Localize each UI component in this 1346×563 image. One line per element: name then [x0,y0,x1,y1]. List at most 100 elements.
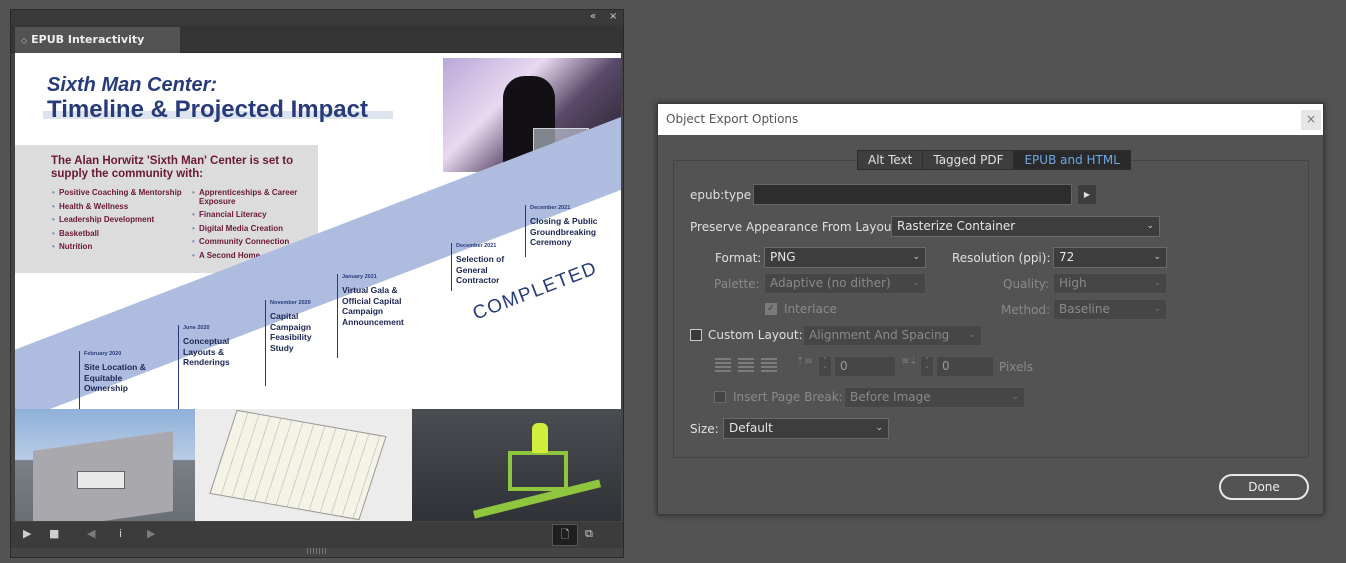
milestone-title: Virtual Gala & Official Capital Campaign… [342,285,404,327]
preserve-appearance-select[interactable]: Rasterize Container ⌄ [891,216,1160,237]
single-page-icon[interactable]: 🗋 [552,524,578,546]
list-item: Digital Media Creation [192,224,302,238]
milestone-date: December 2021 [530,205,571,211]
space-after-stepper[interactable]: ˄ ˅ [920,356,934,377]
align-right-icon[interactable] [761,358,777,372]
preserve-appearance-label: Preserve Appearance From Layout: [690,220,901,234]
list-item: Basketball [52,229,182,243]
chevron-down-icon: ⌄ [1153,252,1161,262]
milestone-date: February 2020 [84,351,122,357]
list-item: Leadership Development [52,215,182,229]
selected-value: Default [729,421,773,435]
selected-value: Adaptive (no dither) [770,276,891,290]
format-label: Format: [715,251,762,265]
resize-grip[interactable] [307,548,327,554]
quality-label: Quality: [1003,277,1050,291]
dialog-titlebar: Object Export Options × [658,104,1323,135]
worker [532,423,548,453]
done-button[interactable]: Done [1219,474,1309,500]
previous-icon[interactable]: ◀ [87,527,95,540]
lift-basket [508,451,568,491]
building-photo [15,409,195,521]
tab-tagged-pdf[interactable]: Tagged PDF [923,151,1015,169]
dialog-title: Object Export Options [666,112,799,126]
milestone-date: November 2020 [270,300,311,306]
list-item: Apprenticeships & Career Exposure [192,188,302,210]
method-select[interactable]: Baseline ⌄ [1053,299,1167,320]
selected-value: Alignment And Spacing [809,328,950,342]
list-item: Positive Coaching & Mentorship [52,188,182,202]
page-title-line2: Timeline & Projected Impact [47,96,368,123]
building-sign [77,471,125,489]
milestone-title: Closing & Public Groundbreaking Ceremony [530,216,598,247]
quality-select[interactable]: High ⌄ [1053,273,1167,294]
custom-layout-label: Custom Layout: [708,328,803,342]
milestone: June 2020 Conceptual Layouts & Rendering… [178,325,244,409]
page-break-select[interactable]: Before Image ⌄ [844,387,1025,408]
preview-canvas: Sixth Man Center: Timeline & Projected I… [15,53,621,521]
milestone: December 2021 Closing & Public Groundbre… [525,205,599,257]
resolution-select[interactable]: 72 ⌄ [1053,247,1167,268]
tab-toggle-icon[interactable]: ◇ [21,36,27,45]
palette-label: Palette: [714,277,760,291]
space-before-icon: ⇡≡ [796,356,813,367]
epub-type-label: epub:type [690,188,752,202]
chevron-down-icon: ⌄ [1011,392,1019,402]
next-icon[interactable]: ▶ [147,527,155,540]
selected-value: Before Image [850,390,931,404]
spread-view-icon[interactable]: ⧉ [585,527,593,541]
size-select[interactable]: Default ⌄ [723,418,889,439]
stop-icon[interactable]: ■ [49,527,59,540]
milestone: February 2020 Site Location & Equitable … [79,351,149,409]
tab-epub-and-html[interactable]: EPUB and HTML [1014,151,1130,169]
object-export-options-dialog: Object Export Options × Alt Text Tagged … [657,103,1324,515]
tab-epub-interactivity-preview[interactable]: ◇EPUB Interactivity Preview [15,27,180,73]
dialog-tabs: Alt Text Tagged PDF EPUB and HTML [857,150,1131,170]
selected-value: 72 [1059,250,1075,264]
close-icon[interactable]: × [1301,110,1321,130]
insert-page-break-checkbox[interactable] [714,391,726,403]
close-icon[interactable]: × [609,11,617,22]
selected-value: Rasterize Container [897,219,1016,233]
custom-layout-checkbox[interactable] [690,329,702,341]
chevron-down-icon: ⌄ [912,252,920,262]
custom-layout-select[interactable]: Alignment And Spacing ⌄ [803,325,982,346]
epub-type-input[interactable] [753,184,1072,205]
chevron-down-icon: ⌄ [1146,221,1154,231]
insert-page-break-label: Insert Page Break: [733,390,843,404]
interlace-label: Interlace [784,302,837,316]
page-title-line1: Sixth Man Center: [47,74,218,96]
interlace-checkbox[interactable]: ✓ [765,303,777,315]
milestone: January 2021 Virtual Gala & Official Cap… [337,274,411,358]
space-before-input[interactable]: 0 [834,356,896,377]
community-heading: The Alan Horwitz 'Sixth Man' Center is s… [51,155,294,180]
tab-alt-text[interactable]: Alt Text [858,151,924,169]
collapse-icon[interactable]: « [590,11,596,22]
info-icon[interactable]: i [119,527,122,540]
align-center-icon[interactable] [738,358,754,372]
resolution-label: Resolution (ppi): [952,251,1051,265]
space-before-stepper[interactable]: ˄ ˅ [818,356,832,377]
list-item: Financial Literacy [192,210,302,224]
selected-value: PNG [770,250,796,264]
floorplan [209,409,387,521]
milestone-title: Conceptual Layouts & Renderings [183,336,230,367]
space-after-input[interactable]: 0 [936,356,994,377]
floorplan-rendering [195,409,412,521]
space-after-icon: ≡⇣ [901,356,918,367]
construction-photo [412,409,621,521]
milestone-title: Selection of General Contractor [456,254,505,285]
list-item: Nutrition [52,242,182,256]
size-label: Size: [690,422,719,436]
community-list-left: Positive Coaching & Mentorship Health & … [52,188,182,256]
chevron-down-icon: ⌄ [1153,304,1161,314]
play-icon[interactable]: ▶ [23,527,31,540]
align-left-icon[interactable] [715,358,731,372]
milestone-title: Capital Campaign Feasibility Study [270,311,312,353]
format-select[interactable]: PNG ⌄ [764,247,926,268]
chevron-down-icon: ⌄ [875,423,883,433]
palette-select[interactable]: Adaptive (no dither) ⌄ [764,273,926,294]
pixels-label: Pixels [999,360,1034,374]
milestone: November 2020 Capital Campaign Feasibili… [265,300,329,386]
epub-type-menu-button[interactable]: ▶ [1077,184,1097,205]
